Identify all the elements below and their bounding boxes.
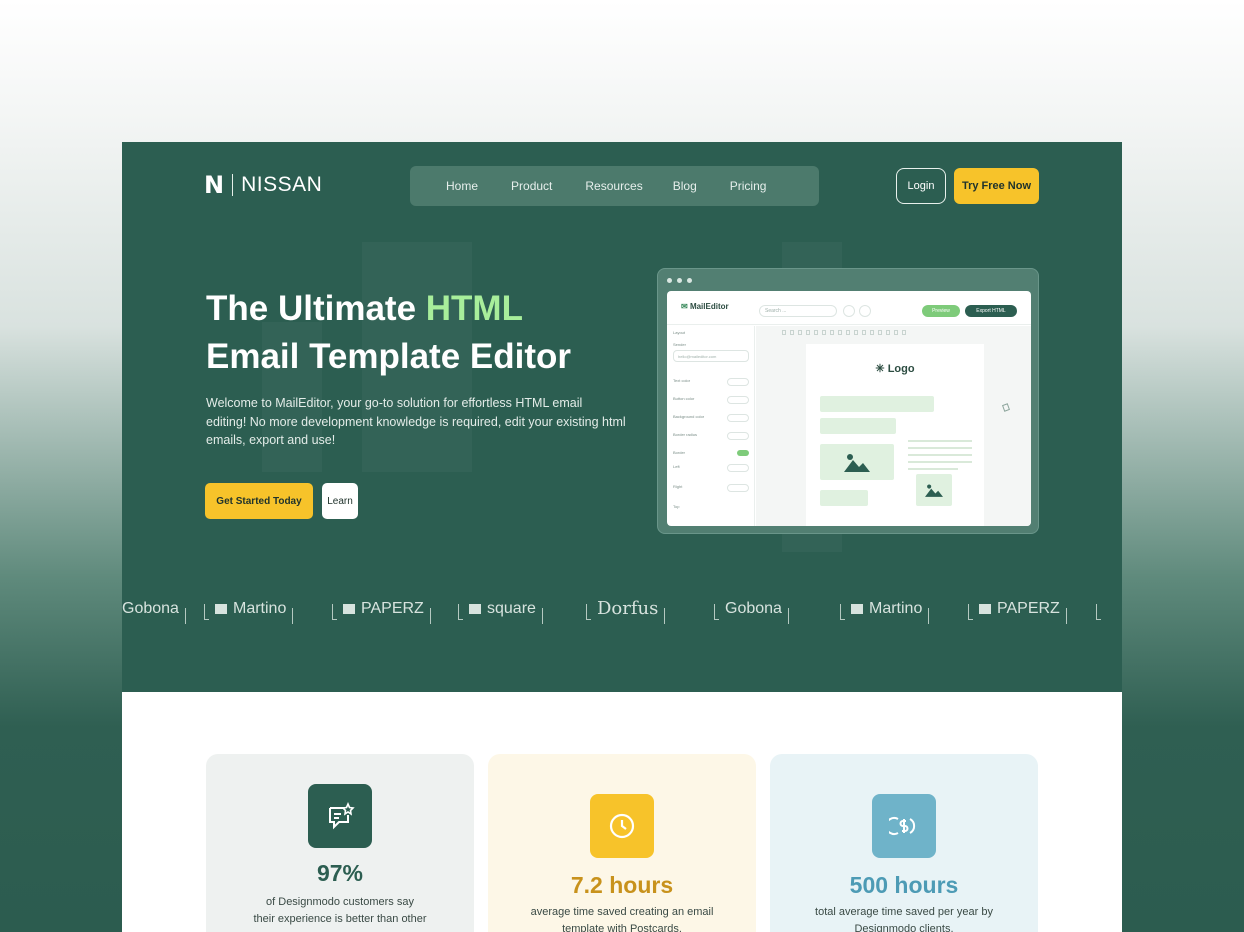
editor-screen: ✉ MailEditor Search ... Preview Export H… <box>667 291 1031 526</box>
learn-button[interactable]: Learn <box>322 483 358 519</box>
email-logo: ✳ Logo <box>875 363 915 375</box>
logo-mark-icon: N <box>204 171 225 199</box>
stat-card: 500 hours total average time saved per y… <box>770 754 1038 932</box>
sidebar-row: Sender hello@maileditor.com <box>673 342 749 364</box>
brand-logo[interactable]: N NISSAN <box>204 172 322 198</box>
brand-logo-martino: Martino <box>204 598 294 628</box>
brand-logo-paperz: PAPERZ <box>332 598 431 628</box>
cursor-icon <box>1001 403 1011 412</box>
sidebar-row: Border <box>673 450 749 460</box>
brand-logo-square: square <box>458 598 543 628</box>
nav-item-product[interactable]: Product <box>511 179 552 193</box>
brand-logo-partial <box>1096 598 1101 628</box>
stat-value: 97% <box>316 860 364 886</box>
sidebar-row: Border radius <box>673 432 749 442</box>
sidebar-row: Top <box>673 504 680 509</box>
sidebar-row: Text color <box>673 378 749 388</box>
text-line <box>908 468 958 470</box>
sidebar-row: Layout <box>673 330 686 335</box>
try-free-button[interactable]: Try Free Now <box>954 168 1039 204</box>
brand-logo-gobona: Gobona <box>122 598 186 628</box>
text-line <box>908 440 972 442</box>
email-block <box>820 490 868 506</box>
login-button[interactable]: Login <box>896 168 946 204</box>
stat-card: 7.2 hours average time saved creating an… <box>488 754 756 932</box>
editor-canvas: ✳ Logo <box>756 326 1031 526</box>
clock-icon <box>590 794 654 858</box>
hero-title-prefix: The Ultimate <box>206 289 426 328</box>
text-line <box>908 461 972 463</box>
editor-redo-icon <box>859 305 871 317</box>
get-started-button[interactable]: Get Started Today <box>205 483 313 519</box>
image-placeholder-icon <box>916 474 952 506</box>
main-nav: Home Product Resources Blog Pricing <box>410 166 819 206</box>
email-block <box>820 396 934 412</box>
nav-item-resources[interactable]: Resources <box>585 179 642 193</box>
nav-item-pricing[interactable]: Pricing <box>730 179 767 193</box>
coin-icon <box>872 794 936 858</box>
stat-card: 97% of Designmodo customers say their ex… <box>206 754 474 932</box>
hero-section: N NISSAN Home Product Resources Blog Pri… <box>122 142 1122 692</box>
brand-logos-strip: Gobona Martino PAPERZ square Dorfus Gobo… <box>122 598 1122 636</box>
hero-title-highlight: HTML <box>425 289 523 328</box>
sidebar-row: Left <box>673 464 749 474</box>
editor-export-button: Export HTML <box>965 305 1017 317</box>
email-preview: ✳ Logo <box>806 344 984 526</box>
sidebar-row: Button color <box>673 396 749 406</box>
hero-title-line2: Email Template Editor <box>206 337 571 376</box>
stat-description: average time saved creating an email tem… <box>530 906 714 932</box>
nav-item-home[interactable]: Home <box>446 179 478 193</box>
editor-topbar: ✉ MailEditor Search ... Preview Export H… <box>667 291 1031 325</box>
editor-preview-window: ✉ MailEditor Search ... Preview Export H… <box>657 268 1039 534</box>
brand-logo-gobona: Gobona <box>714 598 789 628</box>
editor-app-name: MailEditor <box>689 302 729 311</box>
logo-divider <box>232 174 234 196</box>
page-frame: N NISSAN Home Product Resources Blog Pri… <box>122 142 1122 932</box>
stat-description: total average time saved per year by Des… <box>815 906 993 932</box>
editor-preview-button: Preview <box>922 305 960 317</box>
nav-item-blog[interactable]: Blog <box>673 179 697 193</box>
brand-logo-paperz: PAPERZ <box>968 598 1067 628</box>
editor-format-toolbar <box>782 330 1022 336</box>
editor-undo-icon <box>843 305 855 317</box>
editor-app-logo: ✉ MailEditor <box>681 302 729 311</box>
window-dots <box>667 278 692 283</box>
brand-logo-dorfus: Dorfus <box>586 598 666 628</box>
chat-star-icon <box>308 784 372 848</box>
stat-description: of Designmodo customers say their experi… <box>253 896 427 925</box>
hero-description: Welcome to MailEditor, your go-to soluti… <box>206 396 626 447</box>
brand-name: NISSAN <box>241 173 323 196</box>
brand-logo-martino: Martino <box>840 598 930 628</box>
sidebar-row: Background color <box>673 414 749 424</box>
text-line <box>908 454 972 456</box>
editor-sidebar: Layout Sender hello@maileditor.com Text c… <box>667 326 755 526</box>
stat-value: 500 hours <box>849 872 959 898</box>
stat-value: 7.2 hours <box>570 872 674 898</box>
image-placeholder-icon <box>820 444 894 480</box>
text-line <box>908 447 972 449</box>
hero-title: The Ultimate HTML Email Template Editor <box>206 285 571 381</box>
editor-search-input: Search ... <box>759 305 837 317</box>
email-block <box>820 418 896 434</box>
sidebar-row: Right <box>673 484 749 494</box>
